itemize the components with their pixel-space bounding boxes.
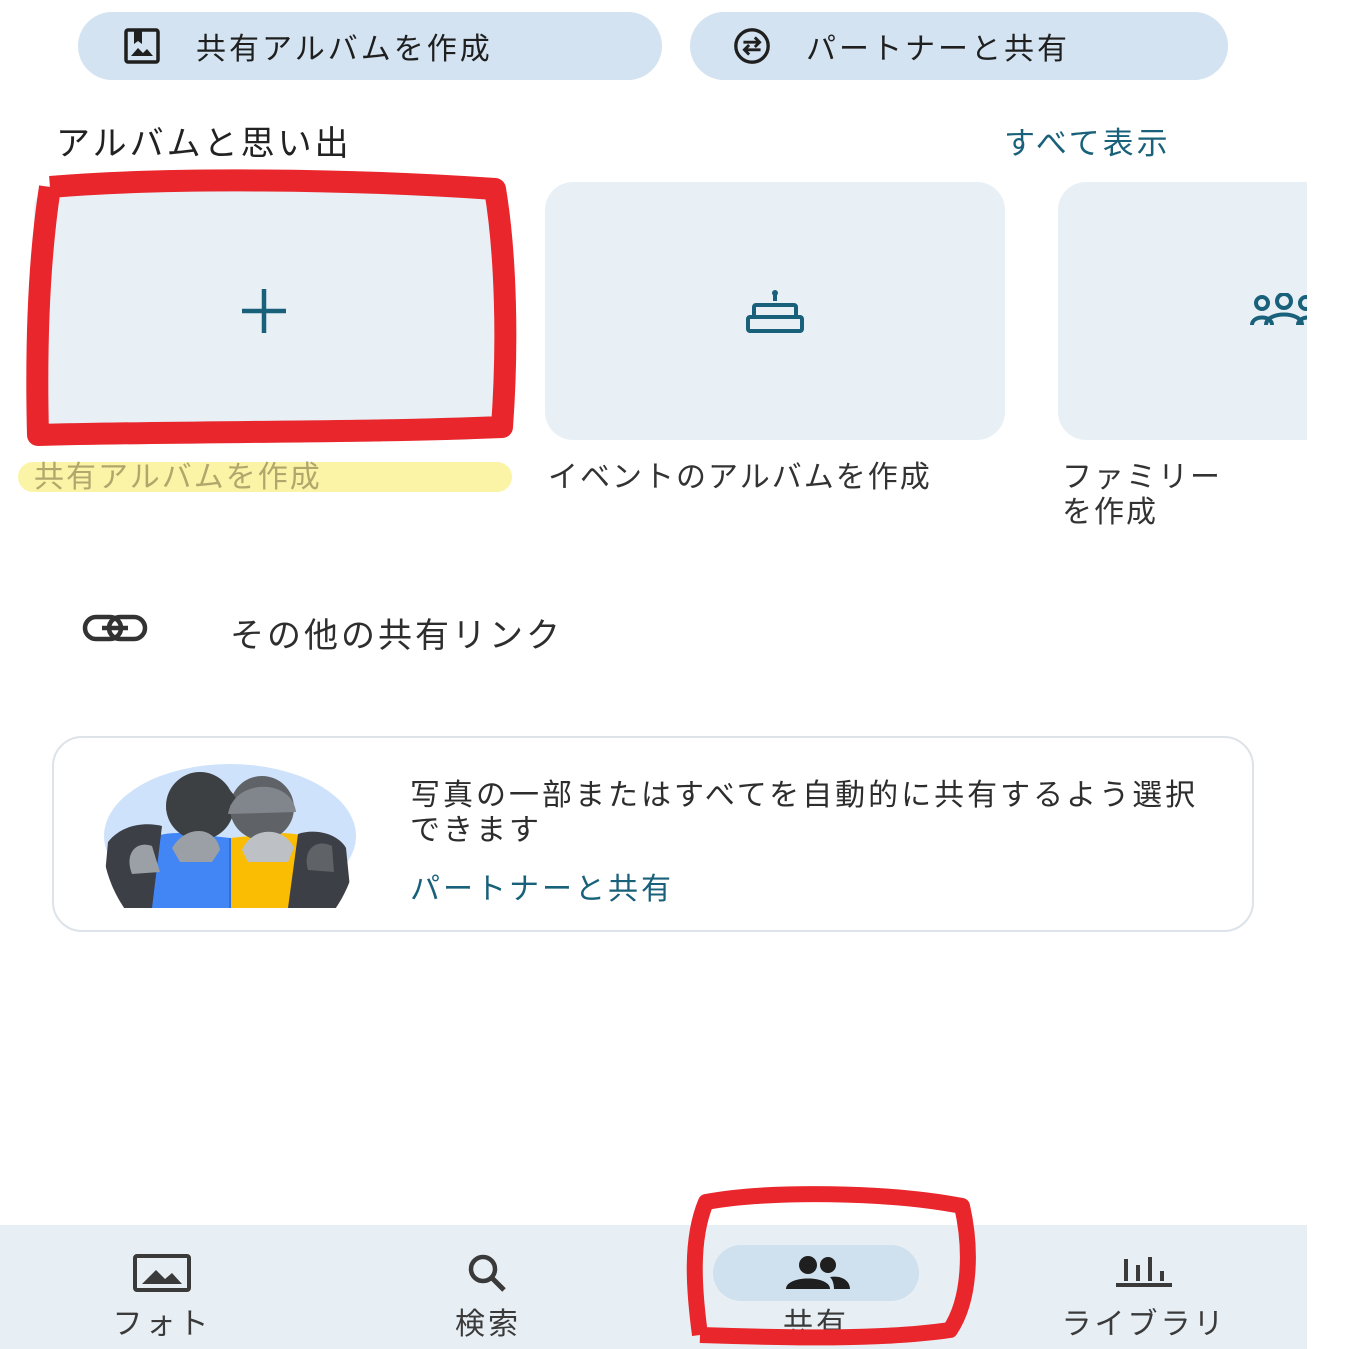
- create-event-album-card[interactable]: [545, 182, 1005, 440]
- library-icon: [1041, 1245, 1247, 1301]
- nav-item-search[interactable]: 検索: [358, 1225, 618, 1349]
- nav-label-photos: フォト: [112, 1307, 212, 1342]
- link-icon: [82, 614, 148, 642]
- cake-icon: [746, 290, 804, 333]
- partner-sharing-promo-card: 写真の一部またはすべてを自動的に共有するよう選択できます パートナーと共有: [52, 736, 1254, 932]
- search-icon: [385, 1245, 591, 1301]
- viewport-edge: [1307, 170, 1349, 570]
- see-all-link[interactable]: すべて表示: [1004, 118, 1171, 163]
- nav-item-photos[interactable]: フォト: [32, 1225, 292, 1349]
- create-shared-album-card-label: 共有アルバムを作成: [34, 460, 322, 495]
- people-icon: [713, 1245, 919, 1301]
- create-shared-album-card[interactable]: [34, 182, 494, 440]
- nav-item-library[interactable]: ライブラリ: [1014, 1225, 1274, 1349]
- photo-icon: [59, 1245, 265, 1301]
- create-event-album-card-label: イベントのアルバムを作成: [548, 460, 932, 495]
- bottom-navigation: フォト 検索 共有 ライブラリ: [0, 1225, 1307, 1349]
- albums-section-title: アルバムと思い出: [56, 124, 352, 164]
- create-family-album-card-label: ファミリー を作成: [1062, 460, 1222, 530]
- plus-icon: [242, 289, 286, 333]
- share-with-partner-link[interactable]: パートナーと共有: [410, 864, 674, 908]
- promo-description: 写真の一部またはすべてを自動的に共有するよう選択できます: [410, 778, 1199, 848]
- album-icon: [122, 26, 162, 66]
- create-family-album-card[interactable]: [1058, 182, 1349, 440]
- create-shared-album-chip[interactable]: 共有アルバムを作成: [78, 12, 662, 80]
- partner-illustration: [102, 764, 356, 908]
- other-shared-links[interactable]: その他の共有リンク: [230, 608, 563, 657]
- share-with-partner-chip[interactable]: パートナーと共有: [690, 12, 1228, 80]
- nav-label-sharing: 共有: [783, 1307, 849, 1342]
- nav-label-library: ライブラリ: [1061, 1307, 1227, 1342]
- partner-share-icon: [732, 26, 772, 66]
- nav-label-search: 検索: [455, 1307, 521, 1342]
- nav-item-sharing[interactable]: 共有: [686, 1225, 946, 1349]
- share-with-partner-label: パートナーと共有: [806, 32, 1070, 67]
- create-shared-album-label: 共有アルバムを作成: [196, 32, 493, 67]
